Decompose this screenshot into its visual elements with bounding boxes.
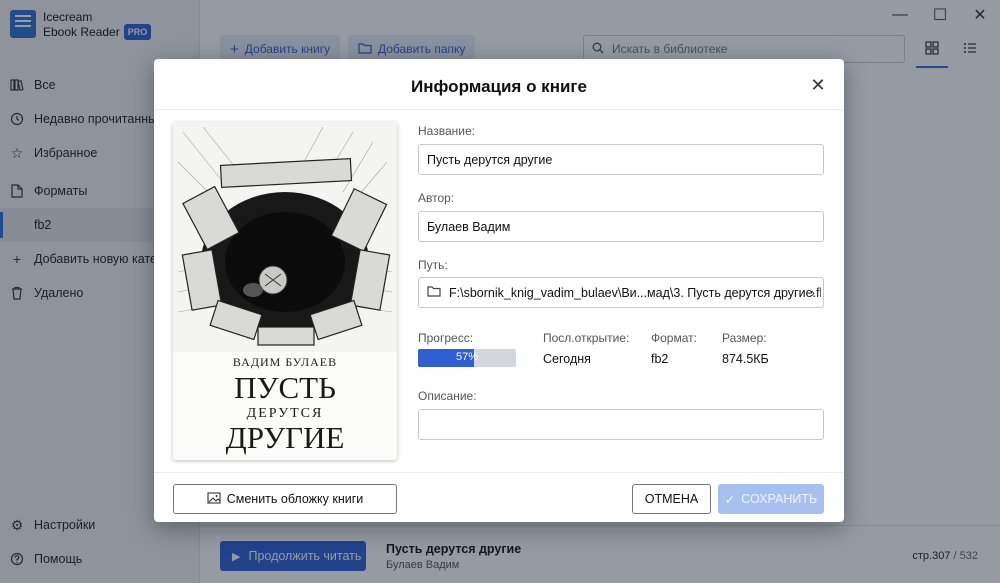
cover-author: ВАДИМ БУЛАЕВ	[232, 355, 338, 369]
cancel-button[interactable]: ОТМЕНА	[632, 484, 711, 514]
description-label: Описание:	[418, 389, 477, 403]
title-field[interactable]: Пусть дерутся другие	[418, 144, 824, 175]
path-field[interactable]: F:\sbornik_knig_vadim_bulaev\Ви...мад\3.…	[418, 277, 824, 308]
folder-icon	[427, 285, 441, 300]
dialog-title: Информация о книге	[411, 77, 587, 96]
cancel-label: ОТМЕНА	[644, 492, 699, 506]
cover-title-line3: ДРУГИЕ	[225, 420, 345, 455]
format-value: fb2	[651, 352, 669, 366]
progress-bar: 57%	[418, 349, 516, 367]
author-label: Автор:	[418, 191, 455, 205]
save-label: СОХРАНИТЬ	[741, 492, 818, 506]
title-value: Пусть дерутся другие	[427, 152, 553, 167]
check-icon: ✓	[724, 492, 736, 507]
progress-label: Прогресс:	[418, 331, 474, 345]
close-icon: ✕	[810, 74, 826, 95]
title-label: Название:	[418, 124, 475, 138]
cover-illustration	[173, 122, 397, 352]
last-open-value: Сегодня	[543, 352, 591, 366]
change-cover-label: Сменить обложку книги	[226, 492, 364, 506]
dialog-close-button[interactable]: ✕	[806, 73, 830, 97]
chevron-right-icon: ›	[810, 285, 815, 300]
format-label: Формат:	[651, 331, 697, 345]
image-icon	[207, 491, 221, 507]
divider	[154, 472, 844, 473]
author-value: Булаев Вадим	[427, 219, 511, 234]
description-field[interactable]	[418, 409, 824, 440]
size-label: Размер:	[722, 331, 767, 345]
save-button[interactable]: ✓ СОХРАНИТЬ	[718, 484, 824, 514]
last-open-label: Посл.открытие:	[543, 331, 630, 345]
change-cover-button[interactable]: Сменить обложку книги	[173, 484, 397, 514]
cover-title-line1: ПУСТЬ	[234, 370, 336, 405]
path-value: F:\sbornik_knig_vadim_bulaev\Ви...мад\3.…	[449, 285, 821, 300]
divider	[154, 109, 844, 110]
book-cover: ВАДИМ БУЛАЕВ ПУСТЬ ДЕРУТСЯ ДРУГИЕ	[173, 122, 397, 460]
book-info-dialog: Информация о книге ✕ ВАДИМ БУЛАЕВ ПУСТЬ …	[154, 59, 844, 522]
size-value: 874.5КБ	[722, 352, 769, 366]
progress-text: 57%	[455, 351, 479, 363]
author-field[interactable]: Булаев Вадим	[418, 211, 824, 242]
path-label: Путь:	[418, 258, 448, 272]
